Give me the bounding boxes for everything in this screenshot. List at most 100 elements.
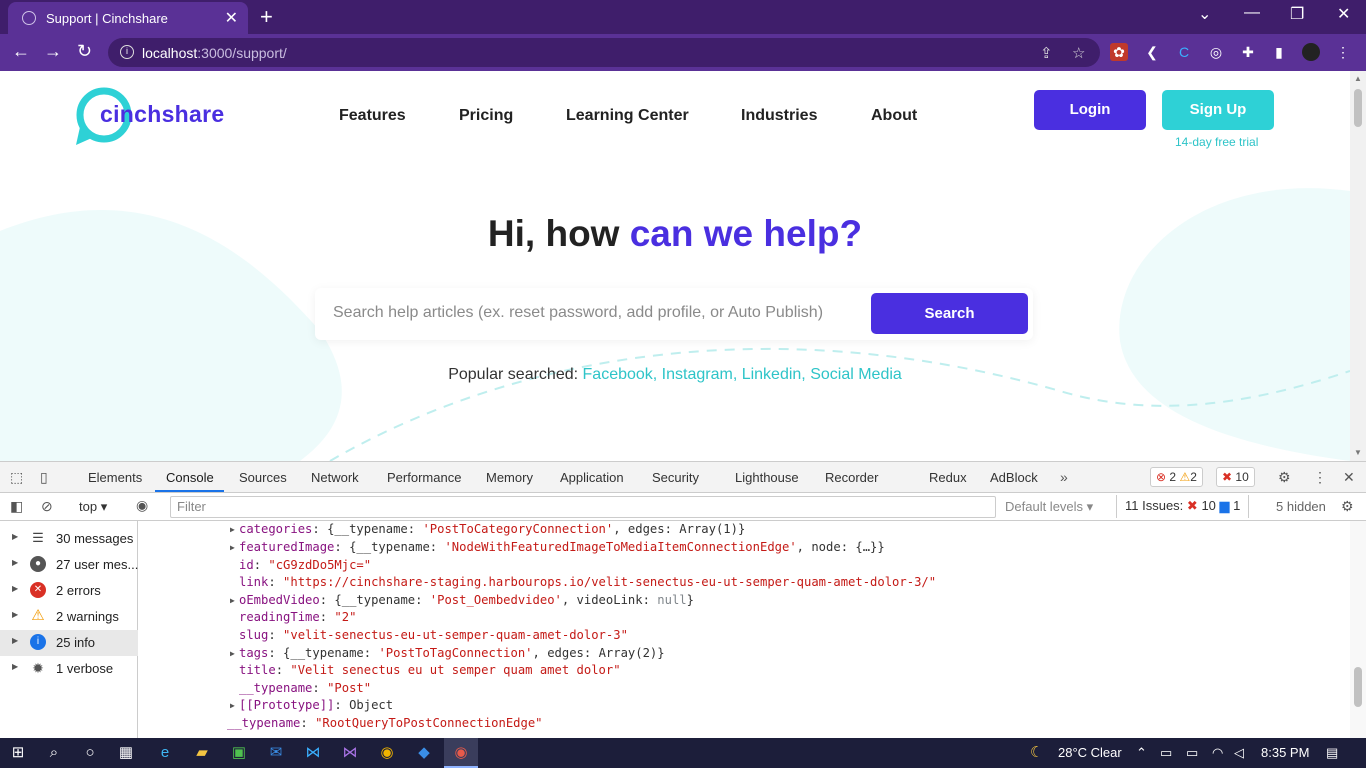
console-scrollbar[interactable] [1350, 521, 1366, 739]
extensions-puzzle-icon[interactable]: ✚ [1239, 43, 1257, 61]
battery-icon[interactable]: ▭ [1186, 745, 1198, 761]
address-bar[interactable]: i localhost:3000/support/ ⇪ ☆ [108, 38, 1100, 67]
volume-muted-icon[interactable]: ◁ [1234, 745, 1244, 761]
scroll-up-icon[interactable]: ▲ [1354, 74, 1362, 83]
console-line[interactable]: ▶ [[Prototype]]: Object [230, 698, 393, 716]
chrome-dev-icon[interactable]: ◉ [451, 743, 471, 763]
tab-performance[interactable]: Performance [387, 470, 461, 485]
edge-icon[interactable]: e [155, 743, 175, 763]
sidebar-item-messages[interactable]: ▶ ☰ 30 messages [0, 526, 138, 552]
tray-chevron-icon[interactable]: ⌃ [1136, 745, 1147, 761]
expand-icon[interactable]: ▶ [12, 636, 18, 645]
tab-lighthouse[interactable]: Lighthouse [735, 470, 799, 485]
share-icon[interactable]: ⇪ [1040, 44, 1053, 62]
help-search-input[interactable]: Search help articles (ex. reset password… [333, 304, 823, 322]
expand-icon[interactable]: ▶ [12, 584, 18, 593]
profile-avatar[interactable] [1302, 43, 1320, 61]
notifications-icon[interactable]: ▤ [1326, 745, 1338, 761]
expand-icon[interactable]: ▶ [230, 596, 235, 605]
scroll-down-icon[interactable]: ▼ [1354, 448, 1362, 457]
expand-icon[interactable]: ▶ [12, 610, 18, 619]
tab-recorder[interactable]: Recorder [825, 470, 878, 485]
console-line[interactable]: ▶ tags: {__typename: 'PostToTagConnection… [230, 646, 665, 664]
errors-warnings-badge[interactable]: ⊗ 2 ⚠2 [1150, 467, 1203, 487]
sidebar-item-info[interactable]: ▶ i 25 info [0, 630, 138, 656]
expand-icon[interactable]: ▶ [230, 543, 235, 552]
bookmark-star-icon[interactable]: ☆ [1072, 44, 1085, 62]
nav-features[interactable]: Features [339, 107, 406, 125]
vscode-icon[interactable]: ⋈ [303, 743, 323, 763]
close-tab-icon[interactable]: ✕ [225, 8, 238, 28]
expand-icon[interactable]: ▶ [230, 525, 235, 534]
weather-text[interactable]: 28°C Clear [1058, 745, 1122, 760]
tab-redux[interactable]: Redux [929, 470, 967, 485]
minimize-icon[interactable]: — [1244, 4, 1260, 22]
extension-arrow-icon[interactable]: ❮ [1143, 43, 1161, 61]
console-scrollbar-thumb[interactable] [1354, 667, 1362, 707]
tab-application[interactable]: Application [560, 470, 624, 485]
tab-console[interactable]: Console [166, 470, 214, 485]
expand-icon[interactable]: ▶ [12, 558, 18, 567]
forward-icon[interactable]: → [44, 41, 62, 62]
console-line[interactable]: ▶ oEmbedVideo: {__typename: 'Post_Oembedv… [230, 593, 694, 611]
console-line[interactable]: ▶ categories: {__typename: 'PostToCategor… [230, 522, 745, 540]
console-filter-input[interactable]: Filter [170, 496, 996, 518]
site-info-icon[interactable]: i [120, 45, 134, 59]
tab-memory[interactable]: Memory [486, 470, 533, 485]
prop-string[interactable]: "https://cinchshare-staging.harbourops.i… [283, 575, 936, 589]
nav-pricing[interactable]: Pricing [459, 107, 513, 125]
device-toolbar-icon[interactable]: ▯ [40, 469, 48, 486]
maps-icon[interactable]: ◆ [414, 743, 434, 763]
network-tray-icon[interactable]: ▭ [1160, 745, 1172, 761]
side-panel-icon[interactable]: ▮ [1270, 43, 1288, 61]
tab-search-icon[interactable]: ⌄ [1198, 4, 1211, 24]
console-settings-icon[interactable]: ⚙ [1341, 498, 1354, 515]
task-view-icon[interactable]: ▦ [116, 743, 136, 763]
inspect-element-icon[interactable]: ⬚ [10, 469, 23, 486]
browser-tab[interactable]: Support | Cinchshare ✕ [8, 2, 248, 34]
expand-icon[interactable]: ▶ [230, 649, 235, 658]
sidebar-item-verbose[interactable]: ▶ ✹ 1 verbose [0, 656, 138, 682]
log-levels-dropdown[interactable]: Default levels ▾ [1005, 499, 1093, 515]
search-button[interactable]: Search [871, 293, 1028, 334]
extension-red-icon[interactable]: ✿ [1110, 43, 1128, 61]
sidebar-toggle-icon[interactable]: ◧ [10, 498, 23, 515]
popular-links[interactable]: Facebook, Instagram, Linkedin, Social Me… [583, 366, 902, 383]
expand-icon[interactable]: ▶ [230, 701, 235, 710]
issues-badge[interactable]: ✖ 10 [1216, 467, 1255, 487]
clear-console-icon[interactable]: ⊘ [41, 498, 53, 515]
login-button[interactable]: Login [1034, 90, 1146, 130]
tab-network[interactable]: Network [311, 470, 359, 485]
reload-icon[interactable]: ↻ [77, 41, 92, 62]
restore-icon[interactable]: ❐ [1290, 4, 1304, 24]
expand-icon[interactable]: ▶ [12, 532, 18, 541]
context-selector[interactable]: top ▾ [79, 499, 107, 515]
sidebar-item-errors[interactable]: ▶ ✕ 2 errors [0, 578, 138, 604]
more-tabs-icon[interactable]: » [1060, 469, 1068, 485]
store-icon[interactable]: ▣ [229, 743, 249, 763]
sidebar-item-user-messages[interactable]: ▶ ● 27 user mes... [0, 552, 138, 578]
window-close-icon[interactable]: ✕ [1337, 4, 1350, 24]
windows-start-icon[interactable]: ⊞ [8, 743, 28, 763]
clock[interactable]: 8:35 PM [1261, 745, 1309, 760]
file-explorer-icon[interactable]: ▰ [192, 743, 212, 763]
expand-icon[interactable]: ▶ [12, 662, 18, 671]
nav-learning-center[interactable]: Learning Center [566, 107, 689, 125]
tab-security[interactable]: Security [652, 470, 699, 485]
cortana-icon[interactable]: ○ [80, 743, 100, 763]
search-icon[interactable]: ⌕ [44, 743, 64, 763]
sidebar-item-warnings[interactable]: ▶ ⚠ 2 warnings [0, 604, 138, 630]
menu-kebab-icon[interactable]: ⋮ [1334, 43, 1352, 61]
settings-gear-icon[interactable]: ⚙ [1278, 469, 1291, 486]
new-tab-icon[interactable]: + [260, 4, 273, 30]
nav-industries[interactable]: Industries [741, 107, 817, 125]
wifi-icon[interactable]: ◠ [1212, 745, 1223, 761]
tab-adblock[interactable]: AdBlock [990, 470, 1038, 485]
nav-about[interactable]: About [871, 107, 917, 125]
live-expression-eye-icon[interactable]: ◉ [136, 497, 148, 514]
close-devtools-icon[interactable]: ✕ [1343, 469, 1355, 486]
page-scrollbar[interactable]: ▲ ▼ [1350, 71, 1366, 461]
scrollbar-thumb[interactable] [1354, 89, 1362, 127]
chrome-icon[interactable]: ◉ [377, 743, 397, 763]
signup-button[interactable]: Sign Up [1162, 90, 1274, 130]
